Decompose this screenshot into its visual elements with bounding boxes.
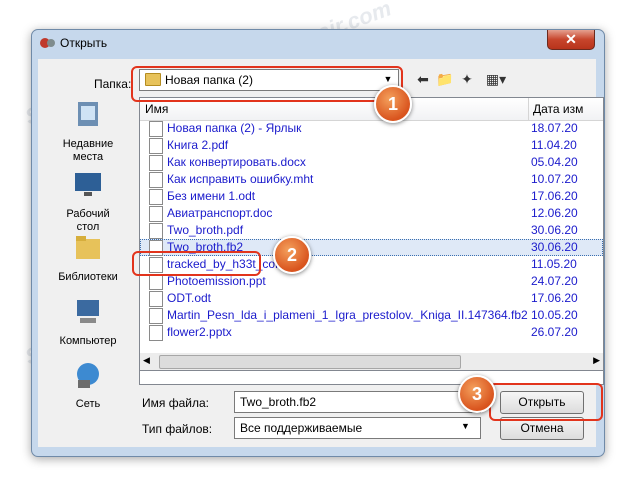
shortcut-icon [149, 121, 163, 137]
file-name: Martin_Pesn_lda_i_plameni_1_Igra_prestol… [167, 308, 528, 322]
file-name: Как исправить ошибку.mht [167, 172, 314, 186]
network-icon [77, 363, 99, 388]
place-label: Рабочий стол [66, 208, 110, 233]
word-icon [149, 155, 163, 171]
web-icon [149, 172, 163, 188]
file-name: Two_broth.pdf [167, 223, 244, 237]
place-desktop[interactable]: Рабочий стол [55, 170, 121, 234]
place-label: Сеть [75, 398, 101, 410]
place-label: Компьютер [59, 335, 117, 347]
file-name: Книга 2.pdf [167, 138, 229, 152]
file-name: flower2.pptx [167, 325, 232, 339]
highlight-folder [131, 66, 403, 102]
file-date: 12.06.20 [531, 206, 578, 220]
column-name[interactable]: Имя [145, 102, 168, 116]
filetype-value: Все поддерживаемые [240, 421, 363, 435]
filename-label: Имя файла: [142, 396, 209, 410]
odt-icon [149, 189, 163, 205]
place-recent[interactable]: Недавние места [55, 100, 121, 164]
app-icon [40, 38, 55, 48]
file-date: 26.07.20 [531, 325, 578, 339]
pptx-icon [149, 325, 163, 341]
pdf-icon [149, 223, 163, 239]
place-computer[interactable]: Компьютер [55, 297, 121, 348]
file-row[interactable]: flower2.pptx 26.07.20 [140, 324, 603, 341]
title-bar: Открыть ✕ [32, 30, 604, 56]
file-date: 10.07.20 [531, 172, 578, 186]
filename-value: Two_broth.fb2 [240, 395, 317, 409]
filetype-select[interactable]: Все поддерживаемые ▼ [234, 417, 481, 439]
place-label: Недавние места [62, 138, 114, 163]
file-name: Как конвертировать.docx [167, 155, 306, 169]
folder-label: Папка: [94, 77, 132, 91]
file-name: Без имени 1.odt [167, 189, 256, 203]
view-menu-icon[interactable]: ▦▾ [482, 69, 510, 89]
file-list[interactable]: Имя Дата изм Новая папка (2) - Ярлык 18.0… [139, 97, 604, 385]
file-icon [149, 308, 163, 324]
place-label: Библиотеки [58, 271, 118, 283]
file-date: 10.05.20 [531, 308, 578, 322]
file-date: 30.06.20 [531, 223, 578, 237]
file-row[interactable]: Two_broth.pdf 30.06.20 [140, 222, 603, 239]
highlight-file [132, 251, 261, 276]
odt-icon [149, 291, 163, 307]
file-date: 11.04.20 [531, 138, 577, 152]
file-row[interactable]: Книга 2.pdf 11.04.20 [140, 137, 603, 154]
up-folder-icon[interactable]: 📁 [435, 69, 455, 89]
file-row[interactable]: Как конвертировать.docx 05.04.20 [140, 154, 603, 171]
new-folder-icon[interactable]: ✦ [457, 69, 477, 89]
annotation-1: 1 [374, 85, 412, 123]
scroll-thumb[interactable] [159, 355, 461, 369]
annotation-3: 3 [458, 375, 496, 413]
file-name: ODT.odt [167, 291, 212, 305]
file-row[interactable]: ODT.odt 17.06.20 [140, 290, 603, 307]
file-date: 17.06.20 [531, 291, 578, 305]
place-network[interactable]: Сеть [55, 360, 121, 411]
scroll-right-icon[interactable]: ▶ [593, 355, 600, 366]
computer-icon [77, 300, 99, 323]
annotation-2: 2 [273, 236, 311, 274]
column-date[interactable]: Дата изм [528, 98, 583, 120]
file-icon [149, 274, 163, 290]
chevron-down-icon[interactable]: ▼ [461, 421, 470, 431]
filename-input[interactable]: Two_broth.fb2 [234, 391, 481, 413]
file-row[interactable]: Новая папка (2) - Ярлык 18.07.20 [140, 120, 603, 137]
file-name: Авиатранспорт.doc [167, 206, 273, 220]
file-date: 11.05.20 [531, 257, 577, 271]
file-date: 18.07.20 [531, 121, 578, 135]
desktop-icon [75, 173, 101, 196]
file-date: 24.07.20 [531, 274, 578, 288]
file-date: 05.04.20 [531, 155, 578, 169]
file-name: Новая папка (2) - Ярлык [167, 121, 302, 135]
scroll-left-icon[interactable]: ◀ [143, 355, 150, 366]
file-date: 30.06.20 [531, 240, 578, 254]
dialog-title: Открыть [60, 36, 108, 50]
file-date: 17.06.20 [531, 189, 578, 203]
file-row[interactable]: Авиатранспорт.doc 12.06.20 [140, 205, 603, 222]
file-name: Photoemission.ppt [167, 274, 266, 288]
close-button[interactable]: ✕ [547, 30, 595, 50]
file-row[interactable]: Без имени 1.odt 17.06.20 [140, 188, 603, 205]
file-row[interactable]: Как исправить ошибку.mht 10.07.20 [140, 171, 603, 188]
back-icon[interactable]: ⬅ [413, 69, 433, 89]
highlight-open [489, 383, 603, 421]
filetype-label: Тип файлов: [142, 422, 213, 436]
horizontal-scrollbar[interactable]: ◀ ▶ [139, 353, 604, 371]
word-icon [149, 206, 163, 222]
recent-places-icon [78, 102, 98, 126]
pdf-icon [149, 138, 163, 154]
file-row[interactable]: Martin_Pesn_lda_i_plameni_1_Igra_prestol… [140, 307, 603, 324]
place-libraries[interactable]: Библиотеки [55, 233, 121, 284]
libraries-icon [76, 236, 100, 259]
